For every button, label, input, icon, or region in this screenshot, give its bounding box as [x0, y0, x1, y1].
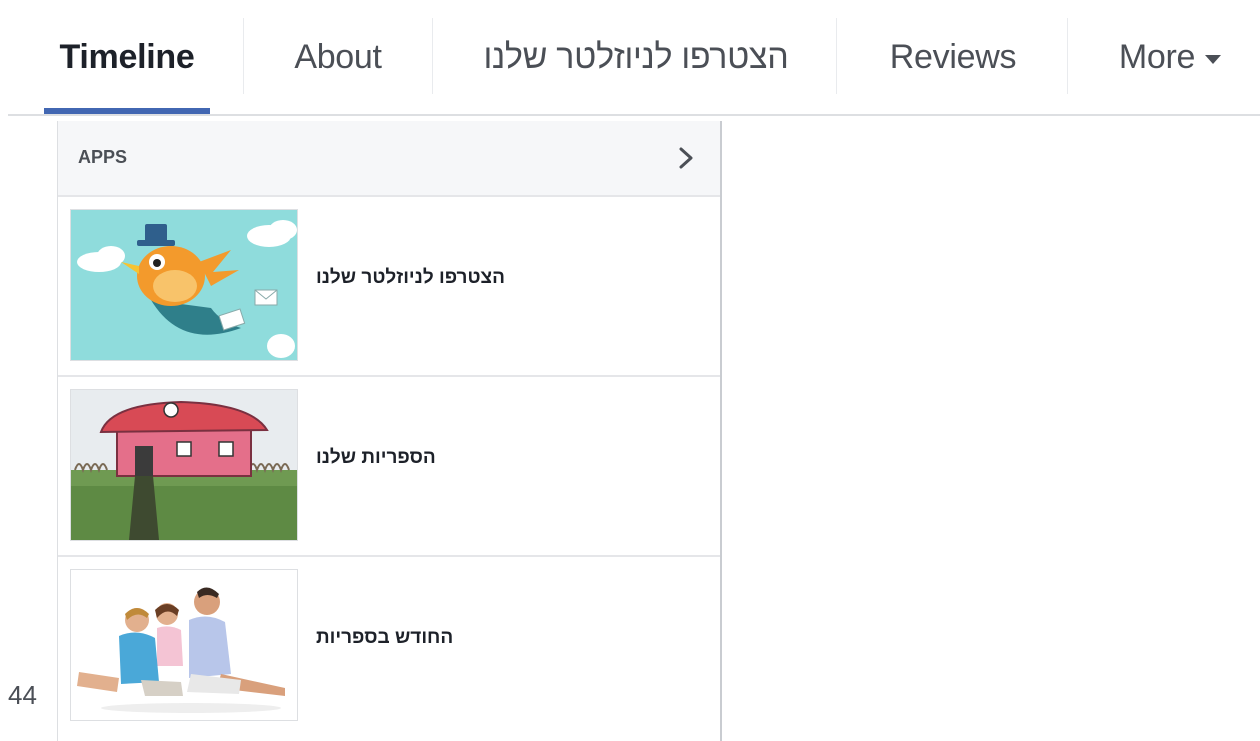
tab-reviews-label: Reviews [889, 37, 1017, 76]
tab-divider [836, 18, 837, 94]
tab-more[interactable]: More [1092, 0, 1248, 114]
house-image [70, 389, 298, 541]
tab-divider [432, 18, 433, 94]
page-number: 44 [8, 680, 37, 710]
page-tab-bar: Timeline About הצטרפו לניוזלטר שלנו Revi… [0, 0, 1260, 116]
more-dropdown-menu: APPS הצטרפו לניוזלטר שלנו הספריות שלנו ה… [57, 121, 722, 741]
app-item-label: החודש בספריות [316, 627, 454, 648]
family-image [70, 569, 298, 721]
tab-about[interactable]: About [268, 0, 408, 114]
caret-down-icon [1205, 54, 1222, 64]
tab-divider [243, 18, 244, 94]
tab-reviews[interactable]: Reviews [868, 0, 1038, 114]
tab-bar-divider [8, 114, 1260, 116]
tab-more-label: More [1118, 37, 1196, 76]
apps-section-header[interactable]: APPS [58, 121, 720, 197]
tab-divider [1067, 18, 1068, 94]
app-item-label: הצטרפו לניוזלטר שלנו [316, 267, 505, 288]
tab-newsletter[interactable]: הצטרפו לניוזלטר שלנו [448, 0, 824, 114]
tab-timeline[interactable]: Timeline [44, 0, 210, 114]
tab-about-label: About [294, 37, 382, 76]
app-item-label: הספריות שלנו [316, 447, 436, 468]
app-item-libraries[interactable]: הספריות שלנו [58, 377, 720, 557]
newsletter-bird-image [70, 209, 298, 361]
apps-header-label: APPS [78, 147, 128, 167]
chevron-right-icon[interactable] [674, 141, 698, 175]
tab-timeline-label: Timeline [59, 37, 195, 76]
tab-newsletter-label: הצטרפו לניוזלטר שלנו [483, 37, 789, 76]
app-item-this-month[interactable]: החודש בספריות [58, 557, 720, 735]
app-item-newsletter[interactable]: הצטרפו לניוזלטר שלנו [58, 197, 720, 377]
